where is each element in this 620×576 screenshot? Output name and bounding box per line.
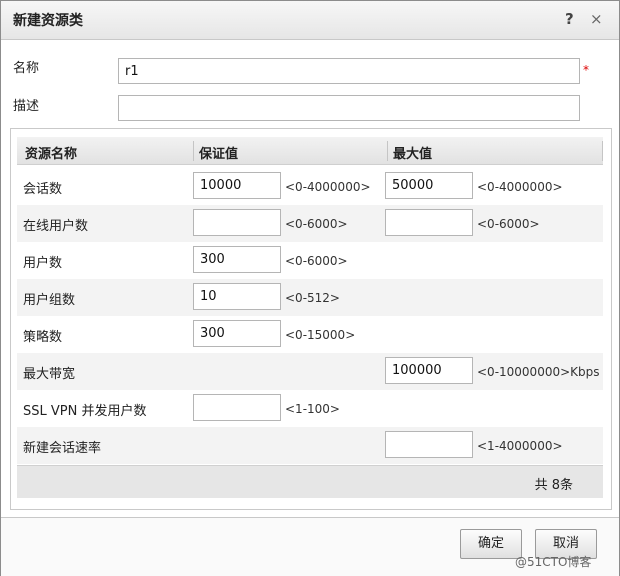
max-bandwidth-max-input[interactable]	[385, 357, 473, 384]
help-icon[interactable]: ?	[565, 10, 574, 28]
ok-button[interactable]: 确定	[460, 529, 522, 559]
table-row: 会话数 <0-4000000> <0-4000000>	[17, 168, 603, 205]
name-input[interactable]	[118, 58, 580, 84]
online-users-guarantee-range: <0-6000>	[285, 217, 348, 231]
new-session-rate-max-range: <1-4000000>	[477, 439, 563, 453]
policies-guarantee-range: <0-15000>	[285, 328, 356, 342]
column-divider	[387, 141, 388, 161]
grid-footer: 共 8条	[17, 465, 603, 498]
description-input[interactable]	[118, 95, 580, 121]
column-divider	[602, 141, 603, 161]
close-icon[interactable]: ×	[590, 10, 603, 28]
row-label-ssl-vpn-users: SSL VPN 并发用户数	[23, 404, 147, 419]
table-row: 在线用户数 <0-6000> <0-6000>	[17, 205, 603, 242]
row-label-max-bandwidth: 最大带宽	[23, 367, 76, 382]
online-users-max-range: <0-6000>	[477, 217, 540, 231]
ssl-vpn-users-guarantee-range: <1-100>	[285, 402, 340, 416]
column-header-guarantee: 保证值	[199, 147, 239, 162]
column-divider	[193, 141, 194, 161]
name-label: 名称	[13, 61, 40, 76]
row-label-users: 用户数	[23, 256, 63, 271]
sessions-guarantee-range: <0-4000000>	[285, 180, 371, 194]
max-bandwidth-max-range: <0-10000000>Kbps	[477, 365, 600, 379]
user-groups-guarantee-range: <0-512>	[285, 291, 340, 305]
row-label-sessions: 会话数	[23, 182, 63, 197]
sessions-guarantee-input[interactable]	[193, 172, 281, 199]
total-count: 共 8条	[534, 478, 573, 493]
table-row: 策略数 <0-15000>	[17, 316, 603, 353]
ssl-vpn-users-guarantee-input[interactable]	[193, 394, 281, 421]
sessions-max-range: <0-4000000>	[477, 180, 563, 194]
new-resource-class-dialog: 新建资源类 ? × 名称 * 描述 资源名称 保证值 最大值 会话数 <0-40…	[0, 0, 620, 576]
online-users-max-input[interactable]	[385, 209, 473, 236]
table-row: 新建会话速率 <1-4000000>	[17, 427, 603, 464]
resource-grid-panel: 资源名称 保证值 最大值 会话数 <0-4000000> <0-4000000>…	[10, 128, 612, 510]
grid-header: 资源名称 保证值 最大值	[17, 137, 603, 165]
row-label-new-session-rate: 新建会话速率	[23, 441, 102, 456]
dialog-title: 新建资源类	[13, 13, 83, 29]
required-marker: *	[583, 63, 589, 77]
user-groups-guarantee-input[interactable]	[193, 283, 281, 310]
row-label-user-groups: 用户组数	[23, 293, 76, 308]
sessions-max-input[interactable]	[385, 172, 473, 199]
column-header-resource-name: 资源名称	[25, 147, 78, 162]
column-header-max: 最大值	[393, 147, 433, 162]
row-label-online-users: 在线用户数	[23, 219, 89, 234]
users-guarantee-input[interactable]	[193, 246, 281, 273]
row-label-policies: 策略数	[23, 330, 63, 345]
table-row: 用户组数 <0-512>	[17, 279, 603, 316]
table-row: 最大带宽 <0-10000000>Kbps	[17, 353, 603, 390]
new-session-rate-max-input[interactable]	[385, 431, 473, 458]
watermark: @51CTO博客	[515, 555, 592, 569]
table-row: 用户数 <0-6000>	[17, 242, 603, 279]
policies-guarantee-input[interactable]	[193, 320, 281, 347]
users-guarantee-range: <0-6000>	[285, 254, 348, 268]
online-users-guarantee-input[interactable]	[193, 209, 281, 236]
table-row: SSL VPN 并发用户数 <1-100>	[17, 390, 603, 427]
dialog-titlebar[interactable]: 新建资源类 ? ×	[1, 1, 619, 40]
description-label: 描述	[13, 99, 40, 114]
